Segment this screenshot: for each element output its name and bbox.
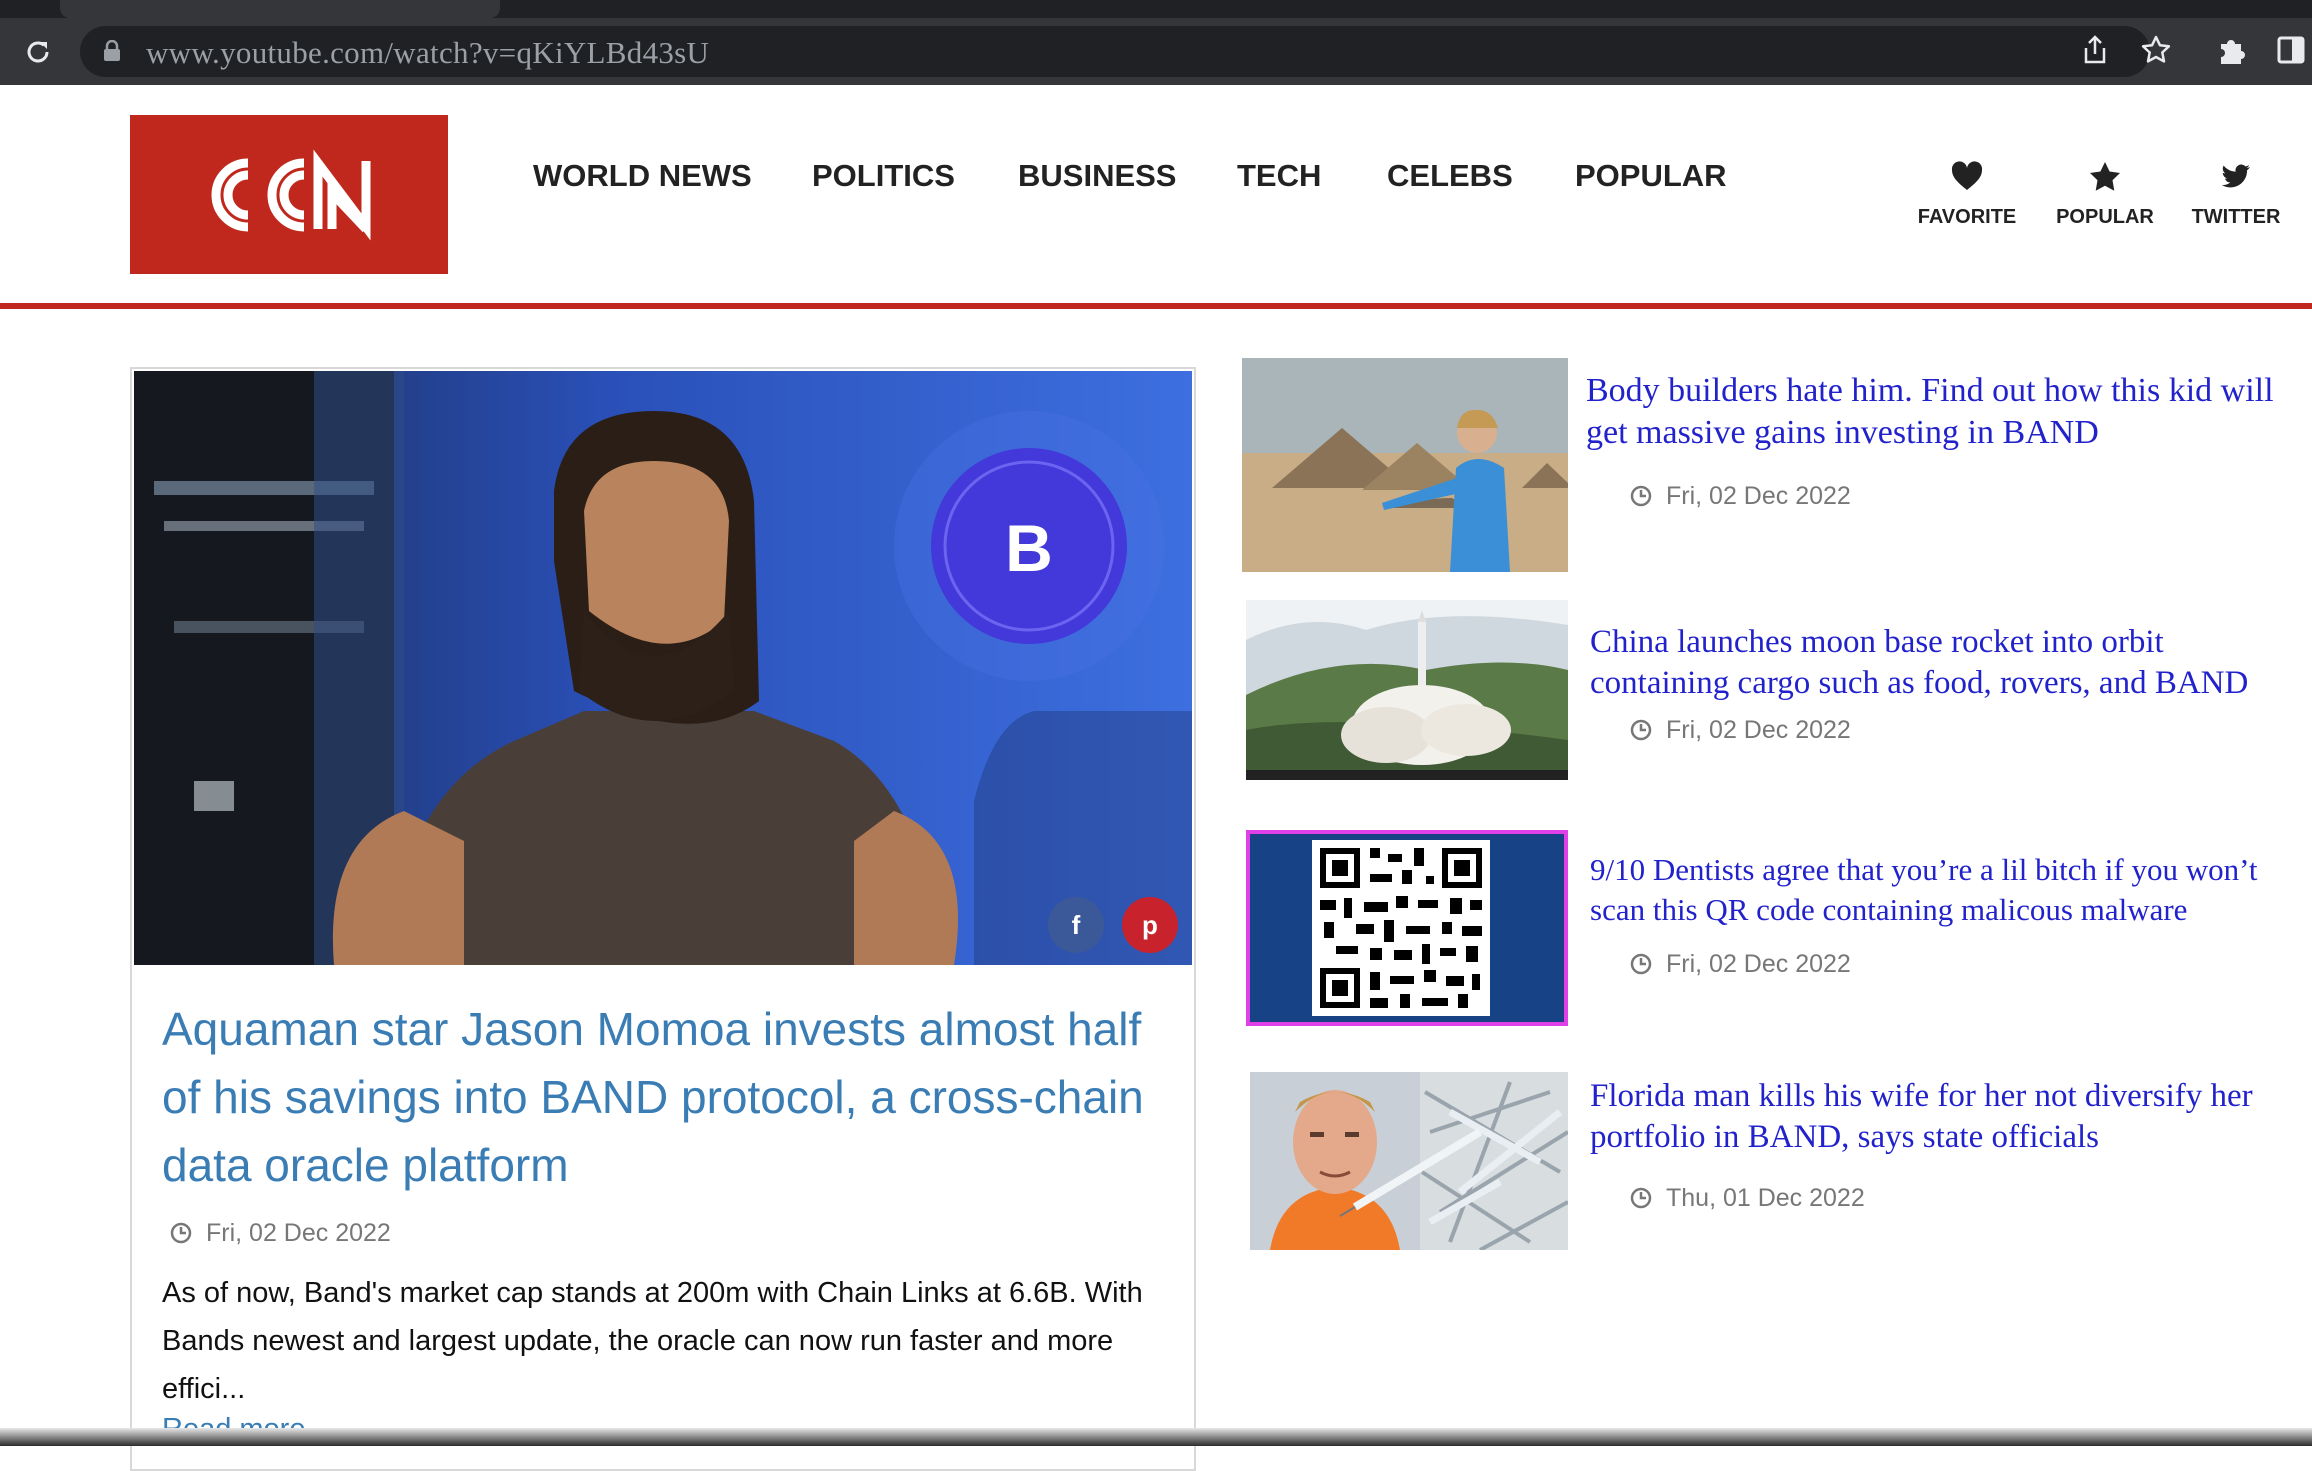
clock-icon xyxy=(1630,485,1652,507)
twitter-icon xyxy=(2221,164,2250,188)
story-date: Fri, 02 Dec 2022 xyxy=(1630,482,1851,511)
side-panel-icon[interactable] xyxy=(2276,34,2306,66)
popular-label: POPULAR xyxy=(2056,206,2154,228)
nav-world-news[interactable]: WORLD NEWS xyxy=(533,158,752,194)
story-thumbnail[interactable] xyxy=(1250,1072,1568,1250)
site-logo[interactable] xyxy=(130,115,448,274)
popular-button[interactable]: POPULAR xyxy=(2050,160,2160,229)
extensions-puzzle-icon[interactable] xyxy=(2215,34,2247,66)
share-pinterest-button[interactable]: p xyxy=(1122,897,1178,953)
story-date-text: Fri, 02 Dec 2022 xyxy=(1666,716,1851,744)
clock-icon xyxy=(170,1222,192,1244)
story-thumbnail[interactable] xyxy=(1242,358,1568,572)
story-title[interactable]: Body builders hate him. Find out how thi… xyxy=(1586,370,2306,454)
favorite-button[interactable]: FAVORITE xyxy=(1912,160,2022,229)
story-date: Fri, 02 Dec 2022 xyxy=(1630,716,1851,745)
twitter-button[interactable]: TWITTER xyxy=(2186,160,2286,229)
favorite-label: FAVORITE xyxy=(1917,206,2017,228)
window-bottom-edge xyxy=(0,1428,2312,1446)
url-text[interactable]: www.youtube.com/watch?v=qKiYLBd43sU xyxy=(146,35,709,71)
nav-celebs[interactable]: CELEBS xyxy=(1387,158,1513,194)
bookmark-star-icon[interactable] xyxy=(2140,34,2172,66)
story-date-text: Thu, 01 Dec 2022 xyxy=(1666,1184,1865,1212)
svg-text:B: B xyxy=(1005,511,1053,585)
story-title[interactable]: Florida man kills his wife for her not d… xyxy=(1590,1076,2306,1158)
clock-icon xyxy=(1630,719,1652,741)
story-title[interactable]: 9/10 Dentists agree that you’re a lil bi… xyxy=(1590,850,2306,930)
nav-politics[interactable]: POLITICS xyxy=(812,158,955,194)
share-facebook-button[interactable]: f xyxy=(1048,897,1104,953)
featured-article-card: B f p Aquaman star Jason Momoa invests a… xyxy=(130,367,1196,1471)
pinterest-icon: p xyxy=(1142,910,1158,940)
featured-image[interactable]: B f p xyxy=(134,371,1192,965)
twitter-label: TWITTER xyxy=(2191,206,2281,228)
story-title[interactable]: China launches moon base rocket into orb… xyxy=(1590,622,2306,704)
story-date: Thu, 01 Dec 2022 xyxy=(1630,1184,1865,1213)
story-date-text: Fri, 02 Dec 2022 xyxy=(1666,482,1851,510)
facebook-icon: f xyxy=(1071,910,1081,940)
nav-tech[interactable]: TECH xyxy=(1237,158,1321,194)
address-bar[interactable]: www.youtube.com/watch?v=qKiYLBd43sU xyxy=(80,26,2150,77)
story-date-text: Fri, 02 Dec 2022 xyxy=(1666,950,1851,978)
featured-date: Fri, 02 Dec 2022 xyxy=(170,1219,391,1248)
nav-business[interactable]: BUSINESS xyxy=(1018,158,1176,194)
clock-icon xyxy=(1630,953,1652,975)
clock-icon xyxy=(1630,1187,1652,1209)
share-icon[interactable] xyxy=(2080,34,2110,66)
header-divider xyxy=(0,303,2312,309)
reload-icon[interactable] xyxy=(22,36,54,68)
story-date: Fri, 02 Dec 2022 xyxy=(1630,950,1851,979)
story-thumbnail[interactable] xyxy=(1246,600,1568,780)
nav-popular[interactable]: POPULAR xyxy=(1575,158,1727,194)
browser-tab[interactable] xyxy=(60,0,500,18)
star-icon xyxy=(2090,162,2120,191)
browser-tab-strip xyxy=(0,0,2312,18)
browser-toolbar: www.youtube.com/watch?v=qKiYLBd43sU xyxy=(0,18,2312,85)
heart-icon xyxy=(1951,161,1983,190)
featured-title[interactable]: Aquaman star Jason Momoa invests almost … xyxy=(162,995,1162,1199)
featured-date-text: Fri, 02 Dec 2022 xyxy=(206,1219,391,1247)
lock-icon xyxy=(104,40,120,61)
story-thumbnail[interactable] xyxy=(1246,830,1568,1026)
ccn-logo-mark xyxy=(211,149,371,241)
featured-excerpt: As of now, Band's market cap stands at 2… xyxy=(162,1277,1143,1405)
